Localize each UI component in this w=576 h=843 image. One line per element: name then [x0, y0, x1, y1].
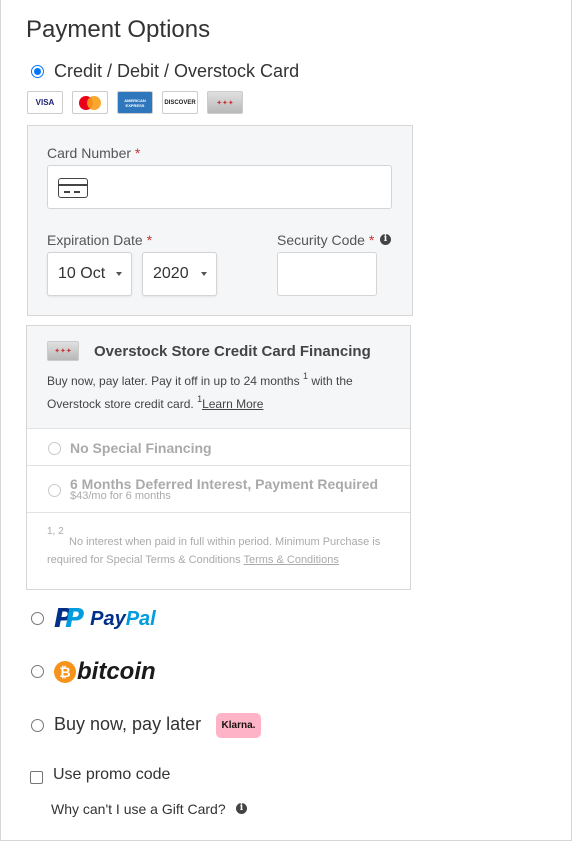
visa-text: VISA	[35, 98, 55, 107]
card-number-label-text: Card Number	[47, 145, 132, 161]
no-financing-radio[interactable]	[48, 442, 61, 455]
divider	[27, 512, 410, 513]
bitcoin-icon: ₿	[54, 661, 76, 683]
financing-description-line1: Buy now, pay later. Pay it off in up to …	[47, 371, 353, 388]
financing-desc-text: with the	[311, 374, 353, 388]
terms-conditions-link[interactable]: Terms & Conditions	[243, 554, 338, 566]
security-code-label: Security Code *	[277, 232, 374, 248]
card-number-label: Card Number *	[47, 145, 140, 161]
promo-code-checkbox[interactable]	[30, 771, 43, 784]
card-option-label[interactable]: Credit / Debit / Overstock Card	[54, 61, 299, 82]
footnote-marker: 1, 2	[47, 526, 64, 537]
paypal-wordmark: PayPal	[90, 608, 156, 631]
paypal-pal-text: Pal	[125, 607, 156, 630]
paypal-pay-text: Pay	[90, 607, 126, 630]
divider	[27, 428, 410, 429]
overstock-card-text: ✦✦✦	[216, 99, 234, 107]
financing-description-line2: Overstock store credit card. 1Learn More	[47, 394, 263, 411]
divider	[27, 465, 410, 466]
expiration-month-select[interactable]: 10 Oct	[47, 252, 132, 296]
bnpl-label[interactable]: Buy now, pay later	[54, 714, 201, 735]
footnote-line1: No interest when paid in full within per…	[69, 536, 381, 548]
gift-card-question: Why can't I use a Gift Card?	[51, 801, 226, 817]
no-financing-label[interactable]: No Special Financing	[70, 440, 212, 456]
deferred-interest-radio[interactable]	[48, 484, 61, 497]
overstock-card-icon: ✦✦✦	[47, 341, 79, 361]
footnote-text: required for Special Terms & Conditions	[47, 554, 241, 566]
expiration-year-value: 2020	[153, 265, 189, 282]
overstock-card-text: ✦✦✦	[54, 348, 72, 355]
security-code-input[interactable]	[277, 252, 377, 296]
footnote-marker: 1	[302, 371, 308, 381]
amex-logo: AMERICAN EXPRESS	[117, 91, 153, 114]
page-title: Payment Options	[26, 16, 211, 43]
financing-desc-text: Buy now, pay later. Pay it off in up to …	[47, 374, 300, 388]
mastercard-icon	[76, 95, 104, 110]
discover-text: DISCOVER	[164, 99, 196, 106]
chevron-down-icon	[201, 272, 207, 276]
paypal-radio[interactable]	[31, 612, 44, 625]
chevron-down-icon	[116, 272, 122, 276]
security-code-label-text: Security Code	[277, 232, 365, 248]
discover-logo: DISCOVER	[162, 91, 198, 114]
expiration-year-select[interactable]: 2020	[142, 252, 217, 296]
bitcoin-radio[interactable]	[31, 665, 44, 678]
required-mark: *	[368, 232, 375, 248]
bnpl-radio[interactable]	[31, 719, 44, 732]
amex-text: AMERICAN EXPRESS	[124, 97, 146, 108]
financing-desc-text: Overstock store credit card.	[47, 397, 194, 411]
expiration-month-value: 10 Oct	[58, 265, 106, 282]
expiration-label: Expiration Date *	[47, 232, 152, 248]
visa-logo: VISA	[27, 91, 63, 114]
paypal-icon: PP	[54, 604, 85, 634]
required-mark: *	[146, 232, 153, 248]
klarna-badge: Klarna.	[216, 713, 261, 738]
promo-code-label[interactable]: Use promo code	[53, 766, 170, 784]
footnote-line2: required for Special Terms & Conditions …	[47, 554, 339, 566]
credit-card-icon	[58, 178, 88, 198]
info-icon[interactable]: i	[236, 803, 247, 814]
learn-more-link[interactable]: Learn More	[202, 397, 263, 411]
financing-title: Overstock Store Credit Card Financing	[94, 343, 371, 360]
card-option-radio[interactable]	[31, 65, 44, 78]
required-mark: *	[134, 145, 141, 161]
overstock-card-logo: ✦✦✦	[207, 91, 243, 114]
expiration-label-text: Expiration Date	[47, 232, 143, 248]
footnote-marker: 1	[197, 394, 203, 404]
info-icon[interactable]: i	[380, 234, 391, 245]
bitcoin-wordmark[interactable]: bitcoin	[77, 658, 156, 686]
card-number-input[interactable]	[47, 165, 392, 209]
paypal-logo[interactable]: PP PayPal	[54, 606, 156, 632]
mastercard-logo	[72, 91, 108, 114]
deferred-interest-sublabel: $43/mo for 6 months	[70, 490, 171, 502]
